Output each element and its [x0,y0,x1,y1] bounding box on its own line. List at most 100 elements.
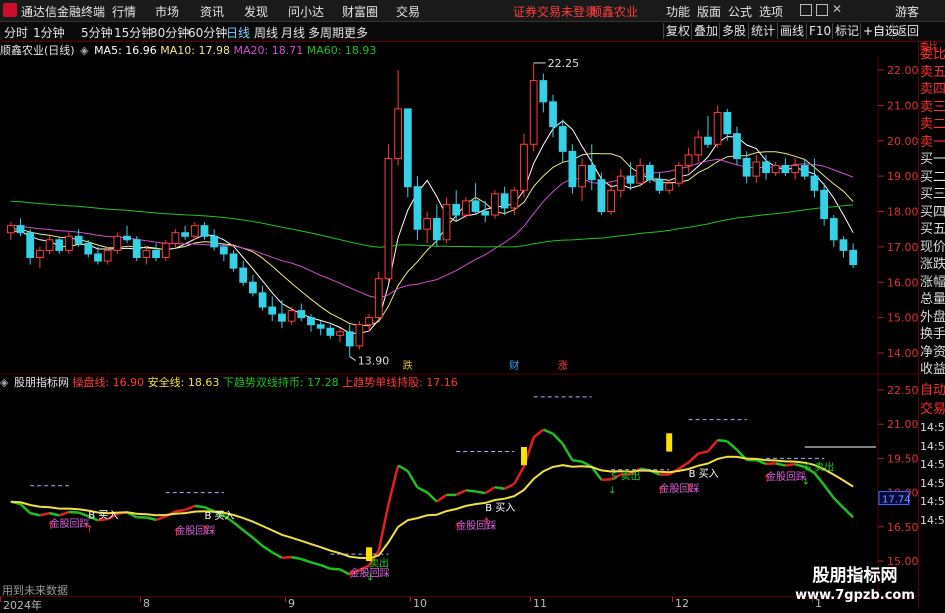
sub-ytick-label: 16.50 [887,521,918,534]
sidebar-item[interactable]: 现价 [920,239,945,257]
menu-news[interactable]: 资讯 [200,3,224,20]
candle-body [337,332,344,336]
tab-30min[interactable]: 30分钟 [150,24,189,41]
sidebar-item[interactable]: 卖三 [920,99,945,117]
candle [482,201,489,222]
menu-formula[interactable]: 公式 [728,3,752,20]
candle-body [550,102,557,127]
candle [36,247,43,268]
menu-ask[interactable]: 问小达 [288,3,324,20]
tab-weekly[interactable]: 周线 [254,24,278,41]
candle [724,109,731,141]
candle-body [133,240,140,258]
candle [656,173,663,194]
sidebar-item[interactable]: 总量 [920,291,945,309]
mark-button[interactable]: 标记 [832,23,861,39]
candle-body [17,226,24,233]
operation-line-segment [79,513,89,517]
candle-body [298,311,305,318]
sidebar-item[interactable]: 卖一 [920,134,945,152]
sidebar-item[interactable]: 涨幅 [920,274,945,292]
maximize-icon[interactable] [816,4,828,16]
menu-discover[interactable]: 发现 [244,3,268,20]
candle-body [259,293,266,307]
menu-layout[interactable]: 版面 [697,3,721,20]
sidebar-item[interactable]: 买五 [920,221,945,239]
close-icon[interactable]: ✕ [832,2,842,16]
sidebar-item[interactable]: 收益 [920,361,945,379]
sidebar-item[interactable]: 买三 [920,186,945,204]
overlay-button[interactable]: 叠加 [691,23,720,39]
candle [46,236,53,254]
tab-15min[interactable]: 15分钟 [114,24,153,41]
tab-more[interactable]: 更多 [344,24,368,41]
menu-quotes[interactable]: 行情 [112,3,136,20]
signal-label: B 买入 [485,502,515,514]
sidebar-item[interactable]: 卖五 [920,64,945,82]
main-ytick-label: 17.00 [887,241,918,254]
event-label: 涨 [558,360,568,372]
menu-options[interactable]: 选项 [759,3,783,20]
candle-body [220,247,227,254]
tab-monthly[interactable]: 月线 [281,24,305,41]
sidebar-lower-item[interactable]: 自动 [920,382,945,400]
operation-line-segment [534,430,544,438]
signal-label: B 买入 [204,510,234,522]
multi-stock-button[interactable]: 多股 [719,23,748,39]
tab-daily[interactable]: 日线 [226,24,250,41]
candle [298,303,305,321]
menu-function[interactable]: 功能 [666,3,690,20]
candle [705,116,712,148]
tab-multi-period[interactable]: 多周期 [308,24,344,41]
candle-body [588,166,595,180]
guest-label[interactable]: 游客 [895,3,919,20]
candle-body [143,250,150,257]
tab-1min[interactable]: 1分钟 [33,24,65,41]
candles [7,63,856,357]
menu-market[interactable]: 市场 [155,3,179,20]
f10-button[interactable]: F10 [806,23,833,39]
sidebar-item[interactable]: 净资 [920,344,945,362]
restore-rights-button[interactable]: 复权 [663,23,692,39]
sidebar-item[interactable]: 换手 [920,326,945,344]
signal-arrow: ↓ [608,486,616,497]
stats-button[interactable]: 统计 [748,23,777,39]
candle-body [66,236,73,250]
candle [753,155,760,183]
sidebar-item[interactable]: 卖四 [920,81,945,99]
candle [404,109,411,197]
sidebar-item[interactable]: 买二 [920,169,945,187]
draw-line-button[interactable]: 画线 [777,23,806,39]
back-button[interactable]: 返回 [892,23,921,39]
signal-arrow: ↑ [172,528,180,539]
menu-trade[interactable]: 交易 [396,3,420,20]
operation-line-segment [427,492,437,501]
menu-wealth[interactable]: 财富圈 [342,3,378,20]
signal-label: B 买入 [689,468,719,480]
signal-arrow: ↑ [47,521,55,532]
sidebar-item[interactable]: 外盘 [920,309,945,327]
candle [424,212,431,244]
sidebar-item[interactable]: 委比 [920,46,945,64]
tab-60min[interactable]: 60分钟 [188,24,227,41]
operation-line-segment [456,490,466,495]
sidebar-item[interactable]: 卖二 [920,116,945,134]
signal-arrow: ↑ [347,571,355,582]
sidebar-lower-item: 14:56 [920,512,945,530]
tab-intraday[interactable]: 分时 [4,24,28,41]
sidebar-item[interactable]: 买一 [920,151,945,169]
candle-body [395,109,402,159]
sidebar-item[interactable]: 涨跌 [920,256,945,274]
sidebar-lower-item[interactable]: 交易 [920,401,945,419]
period-toolbar: 分时 1分钟 5分钟 15分钟 30分钟 60分钟 日线 周线 月线 多周期 更… [0,22,945,42]
kline-chart[interactable]: 22.0021.0020.0019.0018.0017.0016.0015.00… [0,56,918,596]
watermark-url: www.7gpzb.com [792,586,918,606]
sub-value-label: 17.74 [882,495,911,506]
minimize-icon[interactable] [800,4,812,16]
sidebar-lower-item: 14:56 [920,456,945,474]
tab-5min[interactable]: 5分钟 [81,24,113,41]
sidebar-item[interactable]: 买四 [920,204,945,222]
operation-line-segment [543,430,553,434]
operation-line-segment [795,464,805,467]
login-notice[interactable]: 证券交易未登录 [513,3,597,20]
